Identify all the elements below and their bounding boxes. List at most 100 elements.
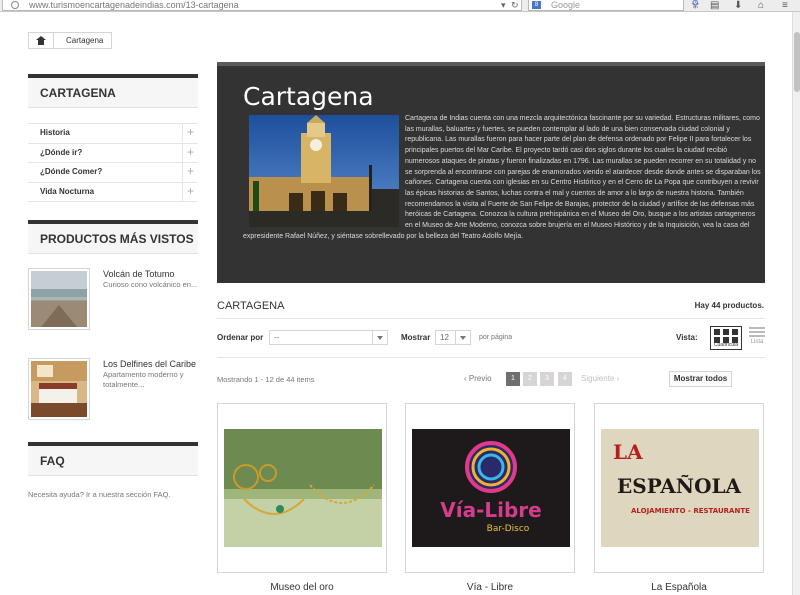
via-libre-logo-image: Vía-Libre Bar-Disco xyxy=(412,429,570,547)
page-number[interactable]: 1 xyxy=(506,372,520,386)
search-engine-icon[interactable]: 8 xyxy=(532,1,541,9)
product-name[interactable]: Vía - Libre xyxy=(405,582,575,593)
page-number[interactable]: 2 xyxy=(523,372,537,386)
la-espanola-sign-image: LA ESPAÑOLA ALOJAMIENTO - RESTAURANTE xyxy=(601,429,759,547)
breadcrumb-home[interactable] xyxy=(29,33,54,48)
pagination-prev[interactable]: ‹ Previo xyxy=(464,374,492,383)
grid-view-caption: Cuadrícula xyxy=(713,342,739,348)
view-label: Vista: xyxy=(676,333,698,342)
category-list: Historia + ¿Dónde ir? + ¿Dónde Comer? + Vid… xyxy=(28,123,198,202)
category-label: Vida Nocturna xyxy=(40,186,95,196)
list-view-button[interactable]: Lista xyxy=(749,327,765,345)
product-count: Hay 44 productos. xyxy=(694,301,764,310)
download-icon[interactable]: ⬇ xyxy=(734,0,742,11)
per-page-select[interactable]: 12 xyxy=(435,330,471,345)
listing-heading: CARTAGENA xyxy=(217,300,285,312)
product-image[interactable]: LA ESPAÑOLA ALOJAMIENTO - RESTAURANTE xyxy=(601,429,759,547)
clock-tower-image xyxy=(249,115,399,227)
grid-icon xyxy=(714,329,720,335)
viewed-products-block: PRODUCTOS MÁS VISTOS Volcán de Totumo Cu… xyxy=(28,220,198,430)
chevron-down-icon[interactable] xyxy=(372,331,387,344)
product-image[interactable]: Vía-Libre Bar-Disco xyxy=(412,429,570,547)
category-item-donde-ir[interactable]: ¿Dónde ir? + xyxy=(28,143,198,163)
product-name[interactable]: La Española xyxy=(594,582,764,593)
espanola-sub: ALOJAMIENTO - RESTAURANTE xyxy=(631,507,750,515)
sort-select[interactable]: -- xyxy=(269,330,388,345)
divider xyxy=(217,357,765,358)
breadcrumb-current: Cartagena xyxy=(66,36,104,45)
viewed-products-title: PRODUCTOS MÁS VISTOS xyxy=(28,220,198,254)
plus-icon[interactable]: + xyxy=(182,124,198,142)
address-url: www.turismoencartagenadeindias.com/13-ca… xyxy=(29,0,239,10)
search-placeholder: Google xyxy=(551,0,581,10)
showing-count: Mostrando 1 - 12 de 44 items xyxy=(217,375,315,384)
categories-title: CARTAGENA xyxy=(28,74,198,108)
product-card[interactable] xyxy=(217,403,387,573)
sort-select-value: -- xyxy=(274,333,280,342)
gold-jewelry-image xyxy=(224,429,382,547)
category-banner: Cartagena Cartagena de Indias cuenta con… xyxy=(217,62,765,283)
vialibre-sub: Bar-Disco xyxy=(487,524,530,534)
pagination-next[interactable]: Siguiente › xyxy=(581,374,619,383)
viewed-product-desc: Apartamento moderno y totalmente... xyxy=(103,370,184,389)
page-number[interactable]: 4 xyxy=(558,372,572,386)
category-item-vida-nocturna[interactable]: Vida Nocturna + xyxy=(28,182,198,202)
scrollbar-thumb[interactable] xyxy=(794,32,800,92)
categories-block: CARTAGENA Historia + ¿Dónde ir? + ¿Dónde C… xyxy=(28,74,198,202)
browser-toolbar: www.turismoencartagenadeindias.com/13-ca… xyxy=(0,0,800,12)
bookmark-star-icon[interactable]: ☆ xyxy=(691,0,700,11)
category-label: Historia xyxy=(40,128,70,137)
globe-icon xyxy=(11,1,19,9)
category-label: ¿Dónde ir? xyxy=(40,147,83,157)
category-title: Cartagena xyxy=(243,82,374,111)
show-label: Mostrar xyxy=(401,333,431,342)
viewed-product-thumb[interactable] xyxy=(28,268,90,330)
hotel-room-image xyxy=(31,361,87,417)
category-item-donde-comer[interactable]: ¿Dónde Comer? + xyxy=(28,163,198,183)
product-name[interactable]: Museo del oro xyxy=(217,582,387,593)
per-page-value: 12 xyxy=(440,333,449,342)
sort-label: Ordenar por xyxy=(217,333,264,342)
page-scrollbar[interactable] xyxy=(792,12,800,595)
faq-text[interactable]: Necesita ayuda? Ir a nuestra sección FAQ… xyxy=(28,490,198,499)
faq-block: FAQ Necesita ayuda? Ir a nuestra sección… xyxy=(28,442,198,499)
show-all-button[interactable]: Mostrar todos xyxy=(669,371,732,387)
viewed-product-thumb[interactable] xyxy=(28,358,90,420)
clipboard-icon[interactable]: ▤ xyxy=(710,0,719,11)
vialibre-title: Vía-Libre xyxy=(440,498,541,522)
breadcrumb: Cartagena xyxy=(28,32,113,49)
page-number[interactable]: 3 xyxy=(540,372,554,386)
menu-icon[interactable]: ≡ xyxy=(782,0,788,11)
category-item-historia[interactable]: Historia + xyxy=(28,124,198,144)
viewed-product-item[interactable]: Volcán de Totumo Curioso cono volcánico … xyxy=(28,268,198,332)
viewed-product-item[interactable]: Los Delfines del Caribe Apartamento mode… xyxy=(28,358,198,422)
espanola-la: LA xyxy=(613,440,643,464)
grid-view-button[interactable]: Cuadrícula xyxy=(710,326,742,350)
home-icon[interactable]: ⌂ xyxy=(758,0,764,11)
clock-tower-illustration xyxy=(249,115,399,227)
reload-icon[interactable]: ↻ xyxy=(511,0,519,10)
product-image[interactable] xyxy=(224,429,382,547)
home-icon xyxy=(36,36,46,45)
viewed-product-name[interactable]: Los Delfines del Caribe xyxy=(103,359,196,369)
list-icon xyxy=(749,327,765,329)
address-bar[interactable]: www.turismoencartagenadeindias.com/13-ca… xyxy=(2,0,522,11)
dropdown-arrow-icon[interactable]: ▾ xyxy=(501,0,506,10)
search-bar[interactable]: 8 Google ⚲ xyxy=(528,0,699,11)
list-view-caption: Lista xyxy=(750,339,764,345)
chevron-down-icon[interactable] xyxy=(455,331,470,344)
espanola-title: ESPAÑOLA xyxy=(617,474,742,498)
volcano-image xyxy=(31,271,87,327)
product-card[interactable]: LA ESPAÑOLA ALOJAMIENTO - RESTAURANTE xyxy=(594,403,764,573)
plus-icon[interactable]: + xyxy=(182,163,198,181)
per-page-label: por página xyxy=(479,334,513,341)
category-label: ¿Dónde Comer? xyxy=(40,167,103,176)
divider xyxy=(217,318,765,319)
faq-title: FAQ xyxy=(28,442,198,476)
plus-icon[interactable]: + xyxy=(182,182,198,201)
product-card[interactable]: Vía-Libre Bar-Disco xyxy=(405,403,575,573)
viewed-product-desc: Curioso cono volcánico en... xyxy=(103,280,198,289)
viewed-product-name[interactable]: Volcán de Totumo xyxy=(103,269,174,279)
chevron-right-icon: › xyxy=(614,374,620,383)
plus-icon[interactable]: + xyxy=(182,143,198,162)
